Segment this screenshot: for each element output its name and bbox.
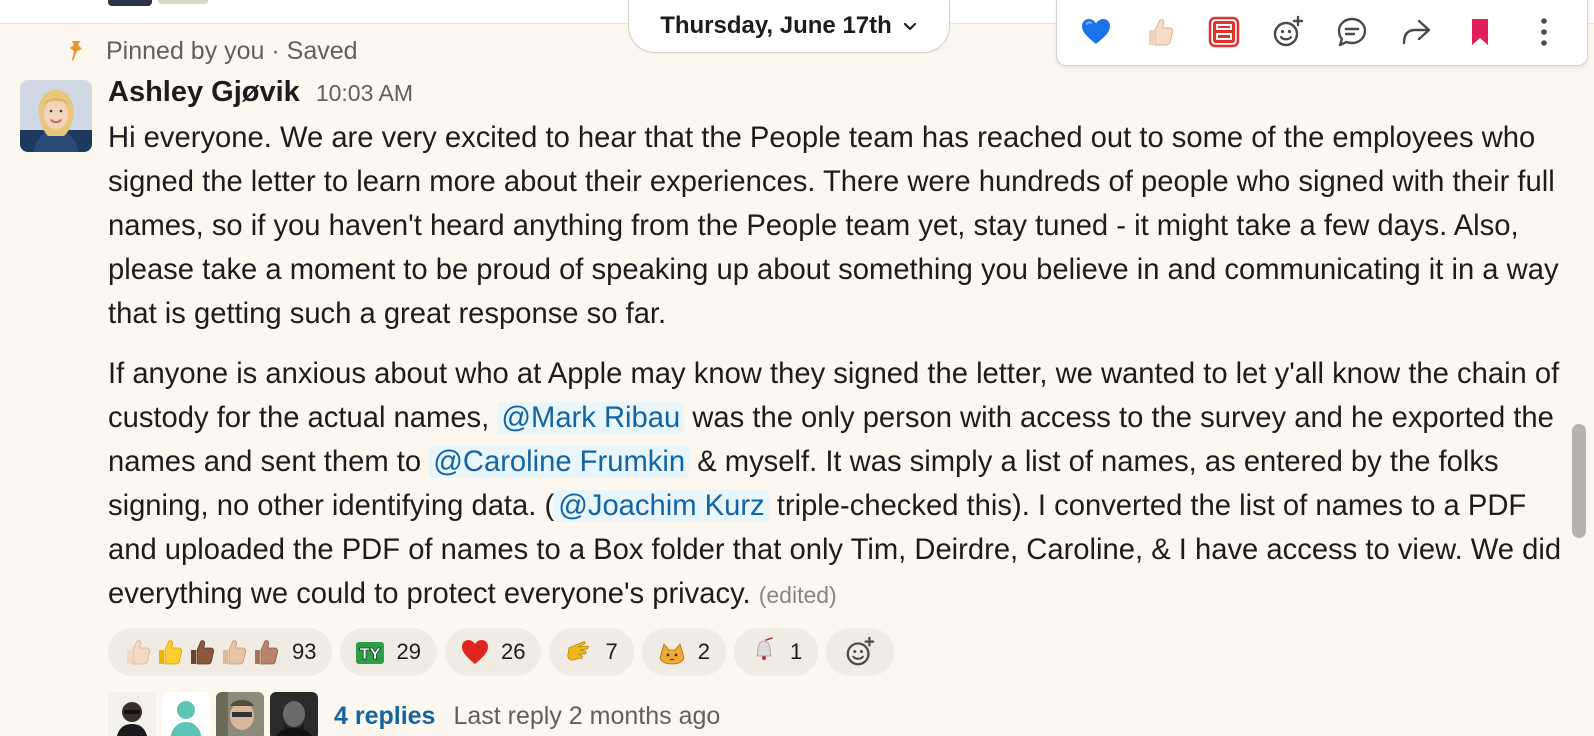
reactions-bar: 93 TY 29 26 7 2 1 [108,628,895,676]
participant-avatar [216,692,264,736]
mention-joachim-kurz[interactable]: @Joachim Kurz [554,490,769,522]
add-reaction-pill-button[interactable] [826,628,895,676]
pinned-indicator: Pinned by you · Saved [66,36,358,66]
reaction-count: 29 [396,639,421,664]
reaction-bell[interactable]: 1 [733,628,819,676]
thank-you-icon [1208,16,1240,48]
message-paragraph-2: If anyone is anxious about who at Apple … [108,352,1578,617]
author-name[interactable]: Ashley Gjøvik [108,76,300,109]
save-message-button[interactable] [1459,11,1501,53]
reaction-thumbs-up[interactable]: 93 [108,628,333,676]
reply-in-thread-button[interactable] [1331,11,1373,53]
avatar-photo [20,80,92,152]
reaction-count: 93 [292,639,317,664]
participant-avatar [108,692,156,736]
message-paragraph-1: Hi everyone. We are very excited to hear… [108,122,1559,330]
more-actions-button[interactable] [1523,11,1565,53]
react-thank-you-button[interactable] [1203,11,1245,53]
previous-avatar [108,0,152,6]
ty-icon: TY [356,642,385,664]
date-divider-button[interactable]: Thursday, June 17th [628,0,950,53]
thread-last-reply: Last reply 2 months ago [453,701,721,730]
react-thumbs-up-button[interactable] [1139,11,1181,53]
reaction-count: 1 [789,639,803,664]
reaction-count: 7 [605,639,618,664]
share-message-button[interactable] [1395,11,1437,53]
blue-heart-icon [1082,19,1110,44]
edited-label: (edited) [758,582,837,608]
reaction-red-heart[interactable]: 26 [444,628,542,676]
red-heart-icon [461,640,488,664]
pin-icon [70,41,82,61]
thread-reply-icon [1337,17,1367,47]
thread-summary[interactable]: 4 replies Last reply 2 months ago [108,692,720,736]
bookmark-icon [1472,19,1488,45]
svg-text:TY: TY [360,645,382,663]
previous-author-fragment [158,0,208,4]
scrollbar-thumb[interactable] [1572,424,1586,538]
cat-icon [659,643,685,665]
date-label: Thursday, June 17th [660,12,892,39]
pointing-hand-icon [567,641,590,661]
share-arrow-icon [1402,19,1431,45]
thumbs-up-skin-tones-icon [122,636,282,668]
mention-caroline-frumkin[interactable]: @Caroline Frumkin [429,446,690,478]
chevron-down-icon [903,22,916,31]
reaction-count: 26 [500,639,526,664]
reaction-pointing-hand[interactable]: 7 [549,628,634,676]
react-blue-heart-button[interactable] [1075,11,1117,53]
message-body: Hi everyone. We are very excited to hear… [108,116,1578,617]
add-reaction-icon [846,636,875,666]
pinned-label: Pinned by you · Saved [106,36,358,65]
add-reaction-button[interactable] [1267,11,1309,53]
more-vertical-icon [1541,18,1547,46]
reaction-cat[interactable]: 2 [641,628,726,676]
add-reaction-icon [1273,15,1304,47]
thread-participant-avatars [108,692,318,736]
bell-icon [756,637,773,660]
message-header: Ashley Gjøvik 10:03 AM [108,76,413,116]
message-actions-toolbar [1056,0,1588,66]
message-timestamp[interactable]: 10:03 AM [316,80,413,107]
reaction-count: 2 [697,639,710,664]
author-avatar[interactable] [20,80,92,152]
thread-replies-link[interactable]: 4 replies [334,702,435,731]
participant-avatar-default [162,692,210,736]
participant-avatar [270,692,318,736]
thumbs-up-icon [1149,19,1174,46]
reaction-ty[interactable]: TY 29 [340,628,437,676]
mention-mark-ribau[interactable]: @Mark Ribau [497,402,685,434]
